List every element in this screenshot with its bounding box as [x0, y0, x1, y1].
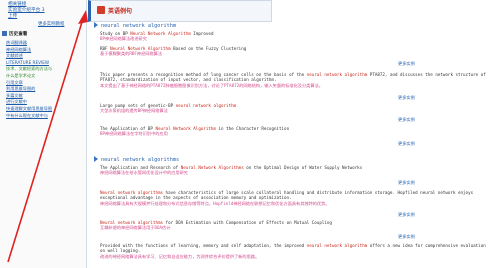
- triangle-icon: [94, 156, 98, 162]
- more-examples-link[interactable]: 更多实例: [398, 180, 415, 186]
- sentences-icon: [97, 6, 105, 14]
- triangle-icon: [94, 22, 98, 28]
- banner-title: 英语例句: [108, 8, 133, 15]
- history-item[interactable]: 热词翻译器: [6, 40, 82, 47]
- sentence-entry: Large pump sets of genetic-BP neural net…: [100, 103, 237, 114]
- history-item[interactable]: 文献综述: [6, 53, 82, 60]
- history-item[interactable]: 引用文章: [6, 80, 82, 87]
- more-examples-link[interactable]: 更多实例: [398, 95, 415, 101]
- more-examples-link[interactable]: 更多实例: [398, 117, 415, 123]
- sentence-entry: Study on BP Neural Network Algorithm Imp…: [100, 31, 214, 42]
- main-content: 英语例句 neural network algorithm Study on B…: [88, 0, 500, 268]
- history-item[interactable]: 技术、文献检索的方法与: [6, 66, 82, 73]
- more-examples-link[interactable]: 更多实例: [398, 61, 415, 67]
- more-examples-link[interactable]: 更多实例: [398, 212, 415, 218]
- sentence-entry: The Application of BP Neural Network Alg…: [100, 126, 290, 137]
- history-item[interactable]: 快速理解文献用思维导图: [6, 106, 82, 113]
- history-item[interactable]: 神经网络算法: [6, 47, 82, 54]
- section-heading: neural network algorithms: [94, 156, 179, 163]
- sentence-entry: Provided with the functions of learning,…: [100, 243, 486, 259]
- history-list: 热词翻译器 神经网络算法 文献综述 LITERATURE REVIEW 技术、文…: [6, 40, 82, 119]
- sentence-entry: This paper presents a recognition method…: [100, 72, 486, 88]
- sentence-entry: The Application and Research of Neural N…: [100, 165, 363, 176]
- history-item[interactable]: 多篇文献: [6, 93, 82, 100]
- history-header: 历史查看: [2, 31, 82, 39]
- sentence-entry: Neural network algorithms have character…: [100, 190, 474, 206]
- more-link[interactable]: 更多实例教程: [38, 21, 64, 27]
- sentence-entry: RBF Neural Network Algorithm Based on th…: [100, 46, 247, 57]
- more-examples-link[interactable]: 更多实例: [398, 141, 415, 147]
- sidebar-top-link[interactable]: 上传: [8, 14, 82, 20]
- history-item[interactable]: 什么是学术论文: [6, 73, 82, 80]
- history-title: 历史查看: [9, 32, 28, 37]
- history-item[interactable]: LITERATURE REVIEW: [6, 60, 82, 67]
- sidebar: 相关链接 实验室介绍平台 3 上传 更多实例教程 历史查看 热词翻译器 神经网络…: [0, 0, 87, 268]
- history-item[interactable]: 利用思维导图的: [6, 86, 82, 93]
- section-heading: neural network algorithm: [94, 22, 176, 29]
- history-icon: [2, 31, 7, 36]
- example-sentences-banner: 英语例句: [88, 0, 272, 22]
- more-examples-link[interactable]: 更多实例: [398, 234, 415, 240]
- history-item[interactable]: 进行文献中: [6, 99, 82, 106]
- history-item[interactable]: 中有什么呢在文献中与: [6, 113, 82, 120]
- sentence-entry: Neural network algorithms for DOA Estima…: [100, 220, 332, 231]
